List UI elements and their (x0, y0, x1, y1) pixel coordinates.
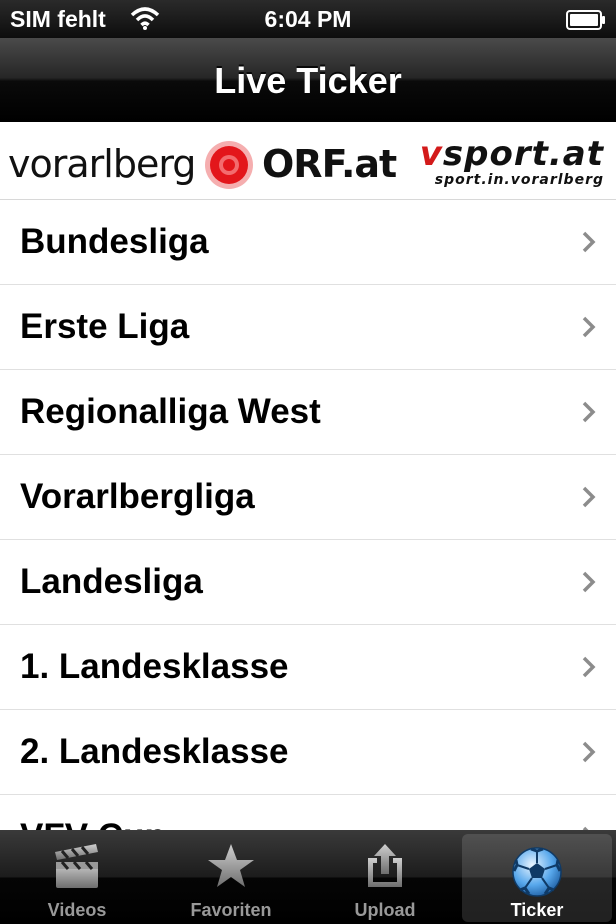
navigation-bar: Live Ticker (0, 38, 616, 122)
list-item[interactable]: Landesliga (0, 540, 616, 625)
list-item[interactable]: Erste Liga (0, 285, 616, 370)
vsport-tagline: sport.in.vorarlberg (434, 172, 604, 188)
list-item-label: Vorarlbergliga (20, 477, 255, 516)
battery-icon (566, 9, 606, 36)
vsport-logo-text: sport.at (442, 134, 604, 174)
clock-label: 6:04 PM (264, 6, 352, 32)
vsport-logo-v: v (419, 134, 443, 174)
list-item[interactable]: 1. Landesklasse (0, 625, 616, 710)
tab-videos[interactable]: Videos (0, 830, 154, 924)
tab-label: Videos (47, 900, 107, 920)
soccer-ball-icon (462, 846, 612, 898)
tab-favoriten[interactable]: Favoriten (154, 830, 308, 924)
chevron-right-icon (582, 486, 596, 508)
page-title: Live Ticker (214, 60, 402, 101)
list-item[interactable]: Regionalliga West (0, 370, 616, 455)
chevron-right-icon (582, 571, 596, 593)
list-item-label: Erste Liga (20, 307, 190, 346)
list-item[interactable]: VFV-Cup (0, 795, 616, 830)
tab-label: Ticker (510, 900, 564, 920)
tab-bar: Videos Favoriten Upload Ticker (0, 830, 616, 924)
list-item[interactable]: Bundesliga (0, 200, 616, 285)
tab-label: Upload (354, 900, 416, 920)
list-item-label: Bundesliga (20, 222, 209, 261)
list-item-label: Landesliga (20, 562, 203, 601)
status-bar: SIM fehlt 6:04 PM (0, 0, 616, 38)
list-item[interactable]: 2. Landesklasse (0, 710, 616, 795)
star-icon (154, 842, 308, 894)
list-item[interactable]: Vorarlbergliga (0, 455, 616, 540)
chevron-right-icon (582, 401, 596, 423)
sponsor-banner[interactable]: vorarlberg ORF.at vsport.at sport.in.vor… (0, 122, 616, 200)
clapperboard-icon (0, 842, 154, 894)
tab-upload[interactable]: Upload (308, 830, 462, 924)
orf-logo-text-left: vorarlberg (8, 142, 196, 186)
list-item-label: VFV-Cup (20, 817, 166, 830)
orf-eye-icon (204, 140, 254, 190)
list-item-label: Regionalliga West (20, 392, 321, 431)
tab-ticker[interactable]: Ticker (462, 834, 612, 922)
chevron-right-icon (582, 316, 596, 338)
chevron-right-icon (582, 231, 596, 253)
upload-icon (308, 842, 462, 894)
tab-label: Favoriten (190, 900, 272, 920)
vsport-logo: vsport.at sport.in.vorarlberg (420, 134, 604, 188)
list-item-label: 1. Landesklasse (20, 647, 289, 686)
chevron-right-icon (582, 741, 596, 763)
chevron-right-icon (582, 656, 596, 678)
league-list[interactable]: Bundesliga Erste Liga Regionalliga West … (0, 200, 616, 830)
list-item-label: 2. Landesklasse (20, 732, 289, 771)
orf-logo-text-right: ORF.at (262, 142, 397, 186)
